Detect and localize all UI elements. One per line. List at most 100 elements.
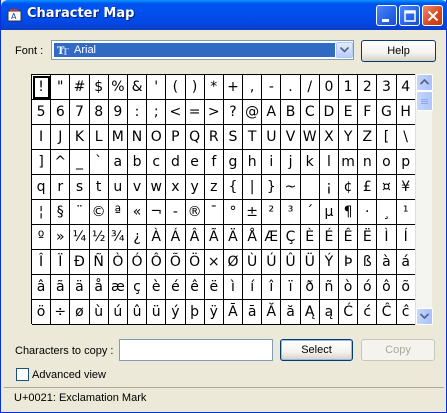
character-cell[interactable]: ä [70,275,90,300]
character-cell[interactable]: Ø [223,250,244,275]
character-cell[interactable]: M [108,125,128,150]
character-cell[interactable]: d [166,150,186,175]
character-cell[interactable]: V [281,125,301,150]
character-cell[interactable]: Ï [51,250,71,275]
character-cell[interactable]: ö [32,300,52,325]
character-cell[interactable]: 4 [396,75,416,100]
character-cell[interactable]: m [339,150,359,175]
character-cell[interactable]: ® [185,200,205,225]
character-cell[interactable]: Å [243,225,263,250]
character-cell[interactable]: * [204,75,224,100]
character-cell[interactable]: , [243,75,263,100]
character-cell[interactable]: n [358,150,378,175]
character-cell[interactable]: X [319,125,339,150]
maximize-button[interactable] [399,5,420,26]
character-cell[interactable]: y [185,175,205,200]
character-cell[interactable]: J [51,125,71,150]
character-cell[interactable]: < [166,100,186,125]
character-cell[interactable]: Ą [300,300,320,325]
character-cell[interactable]: Ü [300,250,320,275]
character-cell[interactable]: ÿ [204,300,224,325]
character-cell[interactable]: - [262,75,282,100]
character-cell[interactable]: ± [243,200,263,225]
character-cell[interactable]: à [377,250,397,275]
character-cell[interactable]: { [223,175,244,200]
character-cell[interactable]: ª [108,200,128,225]
scroll-thumb[interactable] [416,91,433,111]
character-cell[interactable]: E [339,100,359,125]
character-cell[interactable]: Ć [339,300,359,325]
character-cell[interactable]: " [51,75,71,100]
character-cell[interactable]: + [223,75,244,100]
character-cell[interactable]: º [32,225,52,250]
character-cell[interactable]: 2 [358,75,378,100]
character-cell[interactable]: ° [223,200,244,225]
character-cell[interactable]: u [108,175,128,200]
character-cell[interactable]: ¢ [339,175,359,200]
character-cell[interactable]: D [319,100,339,125]
character-cell[interactable]: K [70,125,90,150]
character-cell[interactable]: É [319,225,339,250]
character-cell[interactable]: » [51,225,71,250]
character-cell[interactable]: £ [358,175,378,200]
character-cell[interactable]: R [204,125,224,150]
character-cell[interactable]: Ó [127,250,148,275]
character-cell[interactable]: Ç [281,225,301,250]
character-cell[interactable]: Ä [223,225,244,250]
character-cell[interactable]: þ [185,300,205,325]
character-cell[interactable]: B [281,100,301,125]
character-cell[interactable]: Ĉ [377,300,397,325]
character-cell[interactable]: r [51,175,71,200]
character-cell[interactable]: Ô [147,250,167,275]
character-cell[interactable]: h [243,150,263,175]
character-cell[interactable]: ¼ [70,225,90,250]
character-cell[interactable]: ù [89,300,109,325]
character-cell[interactable]: i [262,150,282,175]
character-cell[interactable]: È [300,225,320,250]
character-cell[interactable]: ì [223,275,244,300]
character-cell[interactable]: w [147,175,167,200]
character-cell[interactable]: % [108,75,128,100]
font-dropdown[interactable]: T T Arial [51,40,354,60]
character-cell[interactable]: Ù [243,250,263,275]
select-button[interactable]: Select [280,339,353,361]
character-cell[interactable]: æ [108,275,128,300]
character-cell[interactable]: 7 [70,100,90,125]
character-cell[interactable]: Ì [377,225,397,250]
character-cell[interactable]: Í [396,225,416,250]
character-cell[interactable]: t [89,175,109,200]
character-cell[interactable] [300,175,320,200]
character-cell[interactable]: á [396,250,416,275]
character-cell[interactable]: F [358,100,378,125]
character-cell[interactable]: Â [185,225,205,250]
character-cell[interactable]: î [262,275,282,300]
character-cell[interactable]: ð [300,275,320,300]
scroll-up-button[interactable] [416,74,433,91]
character-cell[interactable]: P [166,125,186,150]
character-cell[interactable]: j [281,150,301,175]
character-cell[interactable]: ~ [281,175,301,200]
character-cell[interactable]: c [147,150,167,175]
character-cell[interactable]: - [166,200,186,225]
character-cell[interactable]: è [147,275,167,300]
character-cell[interactable]: Q [185,125,205,150]
character-cell[interactable]: Æ [262,225,282,250]
character-cell[interactable]: f [204,150,224,175]
character-cell[interactable]: § [51,200,71,225]
character-cell[interactable]: ½ [89,225,109,250]
character-cell[interactable]: ² [262,200,282,225]
character-cell[interactable]: ü [147,300,167,325]
character-cell[interactable]: ï [281,275,301,300]
character-cell[interactable]: ¦ [32,200,52,225]
character-cell[interactable]: q [32,175,52,200]
character-cell[interactable]: õ [396,275,416,300]
character-cell[interactable]: C [300,100,320,125]
character-cell[interactable]: ã [51,275,71,300]
character-cell[interactable]: o [377,150,397,175]
character-cell[interactable]: H [396,100,416,125]
character-cell[interactable]: ¾ [108,225,128,250]
character-cell[interactable]: O [147,125,167,150]
scroll-down-button[interactable] [416,308,433,325]
character-cell[interactable]: ¨ [70,200,90,225]
title-bar[interactable]: A Character Map [1,0,447,30]
